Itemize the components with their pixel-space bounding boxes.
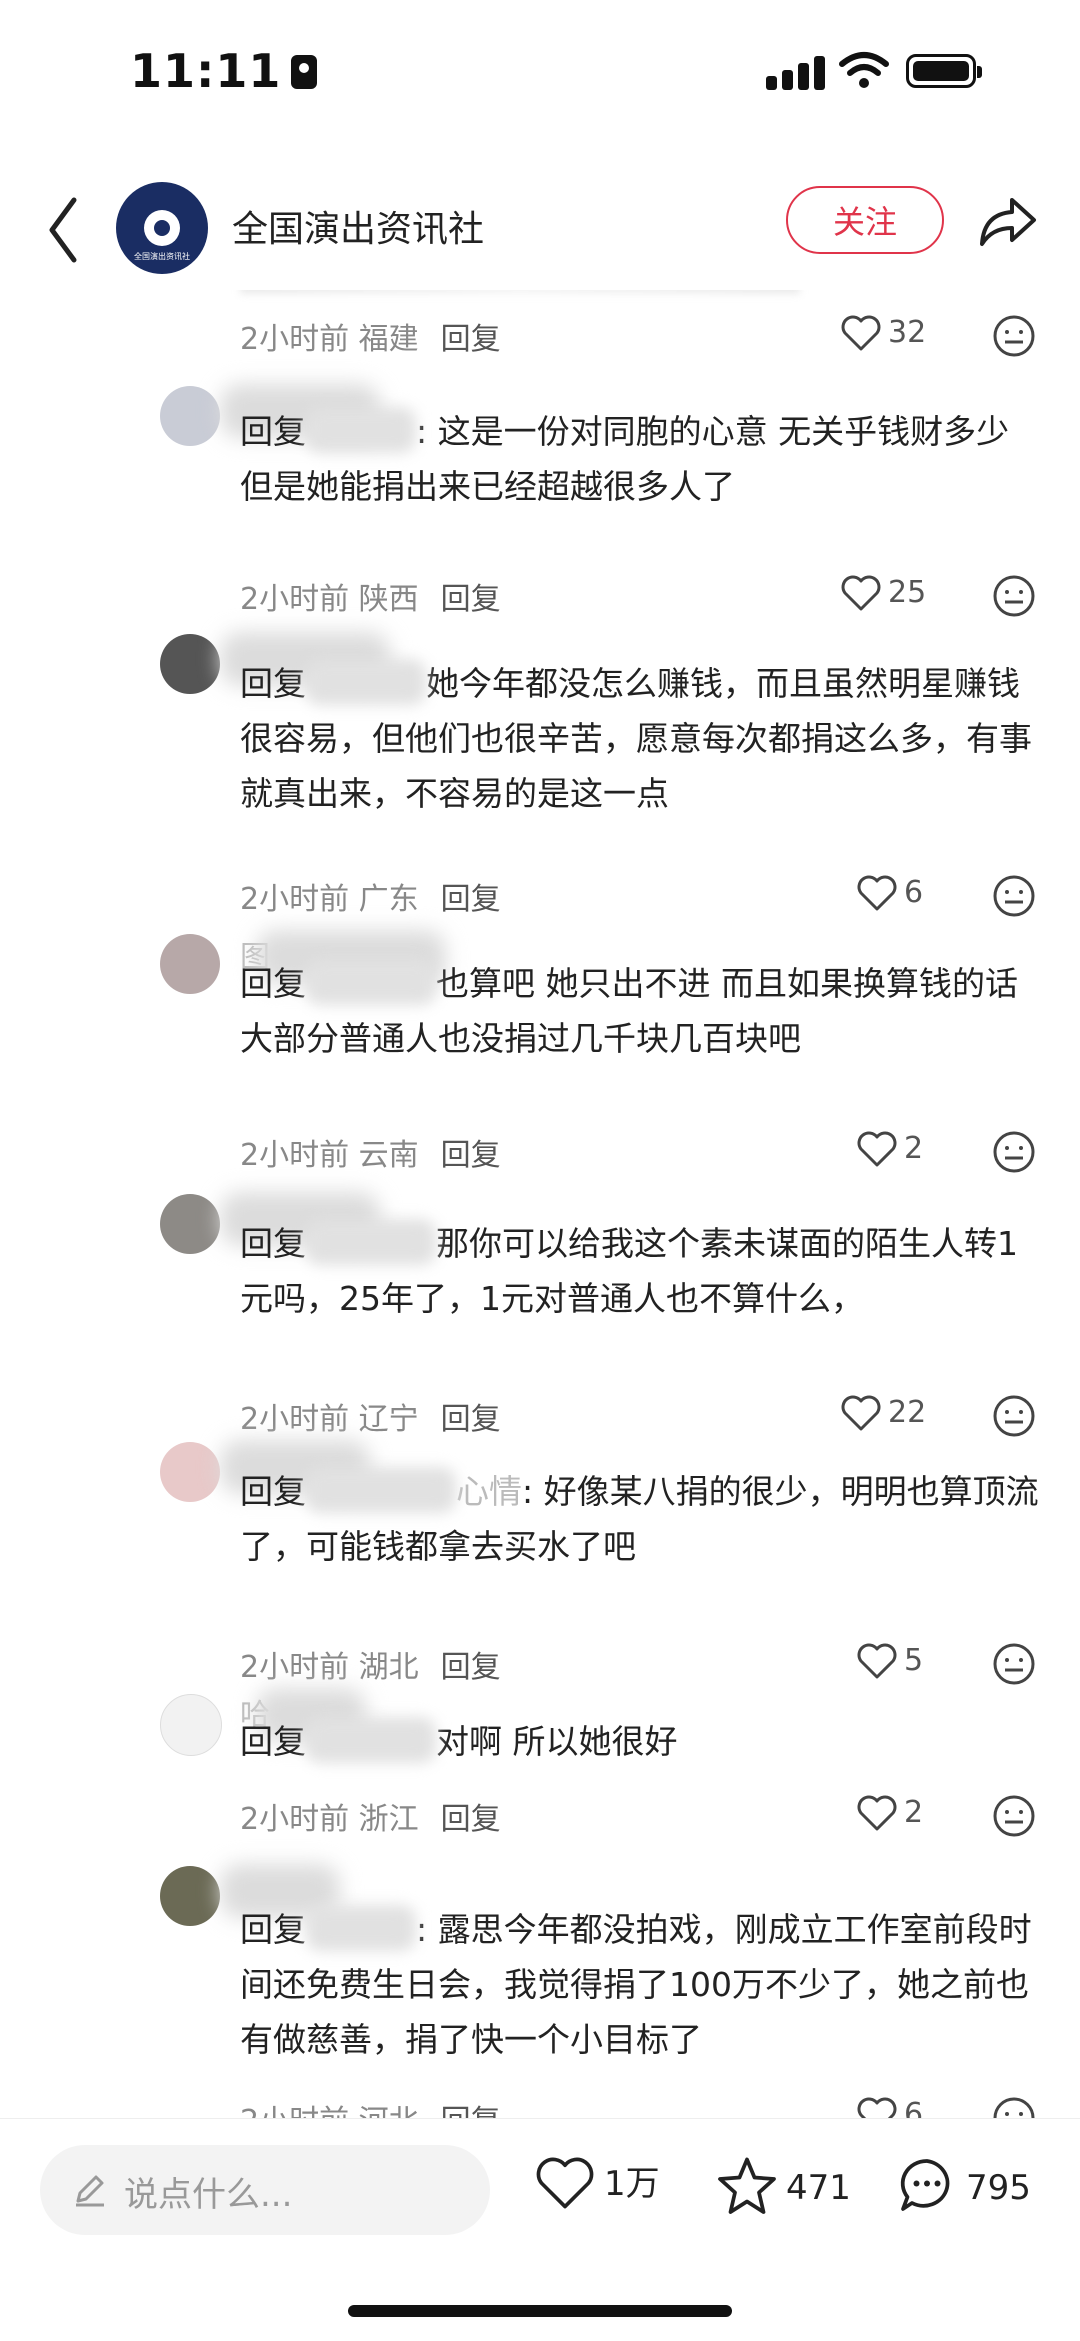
reply-link[interactable]: 回复 [441, 1650, 501, 1685]
wifi-icon [839, 52, 889, 88]
input-placeholder: 说点什么... [124, 2175, 293, 2215]
comment-text: 回复 心情: 好像某八捐的很少，明明也算顶流了，可能钱都拿去买水了吧 [240, 1464, 1040, 1574]
avatar[interactable] [160, 1694, 222, 1756]
heart-icon [536, 2157, 594, 2209]
like-button[interactable]: 32 [840, 314, 926, 358]
bottom-action-bar: 说点什么... 1万 471 795 [0, 2118, 1080, 2341]
channel-name[interactable]: 全国演出资讯社 [232, 200, 484, 252]
like-button[interactable]: 6 [856, 2096, 923, 2120]
avatar[interactable] [160, 1866, 220, 1926]
comment-meta: 2小时前 辽宁 回复 [240, 1402, 501, 1437]
heart-icon [857, 875, 897, 911]
comment-text: 回复 那你可以给我这个素未谋面的陌生人转1元吗，25年了，1元对普通人也不算什么， [240, 1216, 1040, 1326]
reply-link[interactable]: 回复 [441, 1402, 501, 1437]
clipped-comment-text [240, 290, 800, 294]
like-post-button[interactable]: 1万 [534, 2155, 660, 2211]
meh-face-icon[interactable] [992, 1642, 1036, 1686]
like-button[interactable]: 2 [856, 1130, 923, 1174]
comment-meta: 2小时前 河北回复 [240, 2096, 501, 2120]
star-icon [718, 2157, 776, 2214]
comment-meta: 2小时前 云南 回复 [240, 1138, 501, 1173]
like-button[interactable]: 22 [840, 1394, 926, 1438]
comment-bubble-icon [900, 2159, 950, 2211]
comment-meta: 2小时前 福建 回复 [240, 322, 501, 357]
meh-face-icon[interactable] [992, 874, 1036, 918]
comment-meta: 2小时前 浙江 回复 [240, 1802, 501, 1837]
reply-link[interactable]: 回复 [441, 322, 501, 357]
signal-icon [766, 54, 826, 90]
pencil-icon [76, 2175, 104, 2207]
id-badge-icon [291, 55, 318, 89]
like-button[interactable]: 2 [856, 1794, 923, 1838]
heart-icon [841, 1395, 881, 1431]
comment-text: 回复: 这是一份对同胞的心意 无关乎钱财多少 但是她能捐出来已经超越很多人了 [240, 404, 1040, 514]
battery-icon [906, 54, 982, 88]
meh-face-icon[interactable] [992, 1130, 1036, 1174]
comment-item: 回复 她今年都没怎么赚钱，而且虽然明星赚钱很容易，但他们也很辛苦，愿意每次都捐这么… [0, 630, 1080, 840]
heart-icon [841, 575, 881, 611]
meh-face-icon[interactable] [992, 314, 1036, 358]
heart-icon [857, 1643, 897, 1679]
comment-item: 回复: 这是一份对同胞的心意 无关乎钱财多少 但是她能捐出来已经超越很多人了 [0, 374, 1080, 534]
comment-text: 回复 也算吧 她只出不进 而且如果换算钱的话 大部分普通人也没捐过几千块几百块吧 [240, 956, 1040, 1066]
favorite-button[interactable]: 471 [716, 2155, 851, 2215]
comment-item: 回复 心情: 好像某八捐的很少，明明也算顶流了，可能钱都拿去买水了吧 [0, 1436, 1080, 1596]
meh-face-icon[interactable] [992, 1394, 1036, 1438]
comment-text: 回复 她今年都没怎么赚钱，而且虽然明星赚钱很容易，但他们也很辛苦，愿意每次都捐这么… [240, 656, 1040, 821]
channel-avatar[interactable]: 全国演出资讯社 [116, 182, 208, 274]
meh-face-icon[interactable] [992, 1794, 1036, 1838]
follow-button[interactable]: 关注 [786, 186, 944, 254]
reply-link[interactable]: 回复 [441, 1802, 501, 1837]
avatar[interactable] [160, 386, 220, 446]
reply-link[interactable]: 回复 [441, 1138, 501, 1173]
comment-input[interactable]: 说点什么... [40, 2145, 490, 2235]
heart-icon [857, 2097, 897, 2120]
status-bar: 11:11 [0, 0, 1080, 150]
like-button[interactable]: 25 [840, 574, 926, 618]
like-button[interactable]: 6 [856, 874, 923, 918]
meh-face-icon[interactable] [992, 574, 1036, 618]
like-button[interactable]: 5 [856, 1642, 923, 1686]
share-icon[interactable] [976, 190, 1040, 254]
reply-link[interactable]: 回复 [441, 882, 501, 917]
heart-icon [857, 1795, 897, 1831]
avatar[interactable] [160, 1442, 220, 1502]
comment-item: 回复: 露思今年都没拍戏，刚成立工作室前段时间还免费生日会，我觉得捐了100万不… [0, 1864, 1080, 2086]
comment-item: 回复 那你可以给我这个素未谋面的陌生人转1元吗，25年了，1元对普通人也不算什么， [0, 1190, 1080, 1350]
comment-item: 图 回复 也算吧 她只出不进 而且如果换算钱的话 大部分普通人也没捐过几千块几百块… [0, 930, 1080, 1090]
header: 全国演出资讯社 全国演出资讯社 关注 [0, 170, 1080, 290]
heart-icon [857, 1131, 897, 1167]
comment-item: 哈 回复 对啊 所以她很好 [0, 1684, 1080, 1794]
comment-text: 回复 对啊 所以她很好 [240, 1714, 1040, 1769]
meh-face-icon[interactable] [992, 2096, 1036, 2120]
comment-meta: 2小时前 广东 回复 [240, 882, 501, 917]
comment-meta: 2小时前 湖北 回复 [240, 1650, 501, 1685]
heart-icon [841, 315, 881, 351]
back-icon[interactable] [44, 190, 84, 270]
comment-list[interactable]: 2小时前 福建 回复 32 回复: 这是一份对同胞的心意 无关乎钱财多少 但是她能… [0, 290, 1080, 2120]
avatar[interactable] [160, 1194, 220, 1254]
home-indicator[interactable] [348, 2305, 732, 2317]
status-time: 11:11 [130, 44, 318, 98]
comment-meta: 2小时前 陕西 回复 [240, 582, 501, 617]
reply-link[interactable]: 回复 [441, 582, 501, 617]
avatar[interactable] [160, 934, 220, 994]
comments-button[interactable]: 795 [896, 2155, 1031, 2215]
comment-text: 回复: 露思今年都没拍戏，刚成立工作室前段时间还免费生日会，我觉得捐了100万不… [240, 1902, 1040, 2067]
avatar[interactable] [160, 634, 220, 694]
